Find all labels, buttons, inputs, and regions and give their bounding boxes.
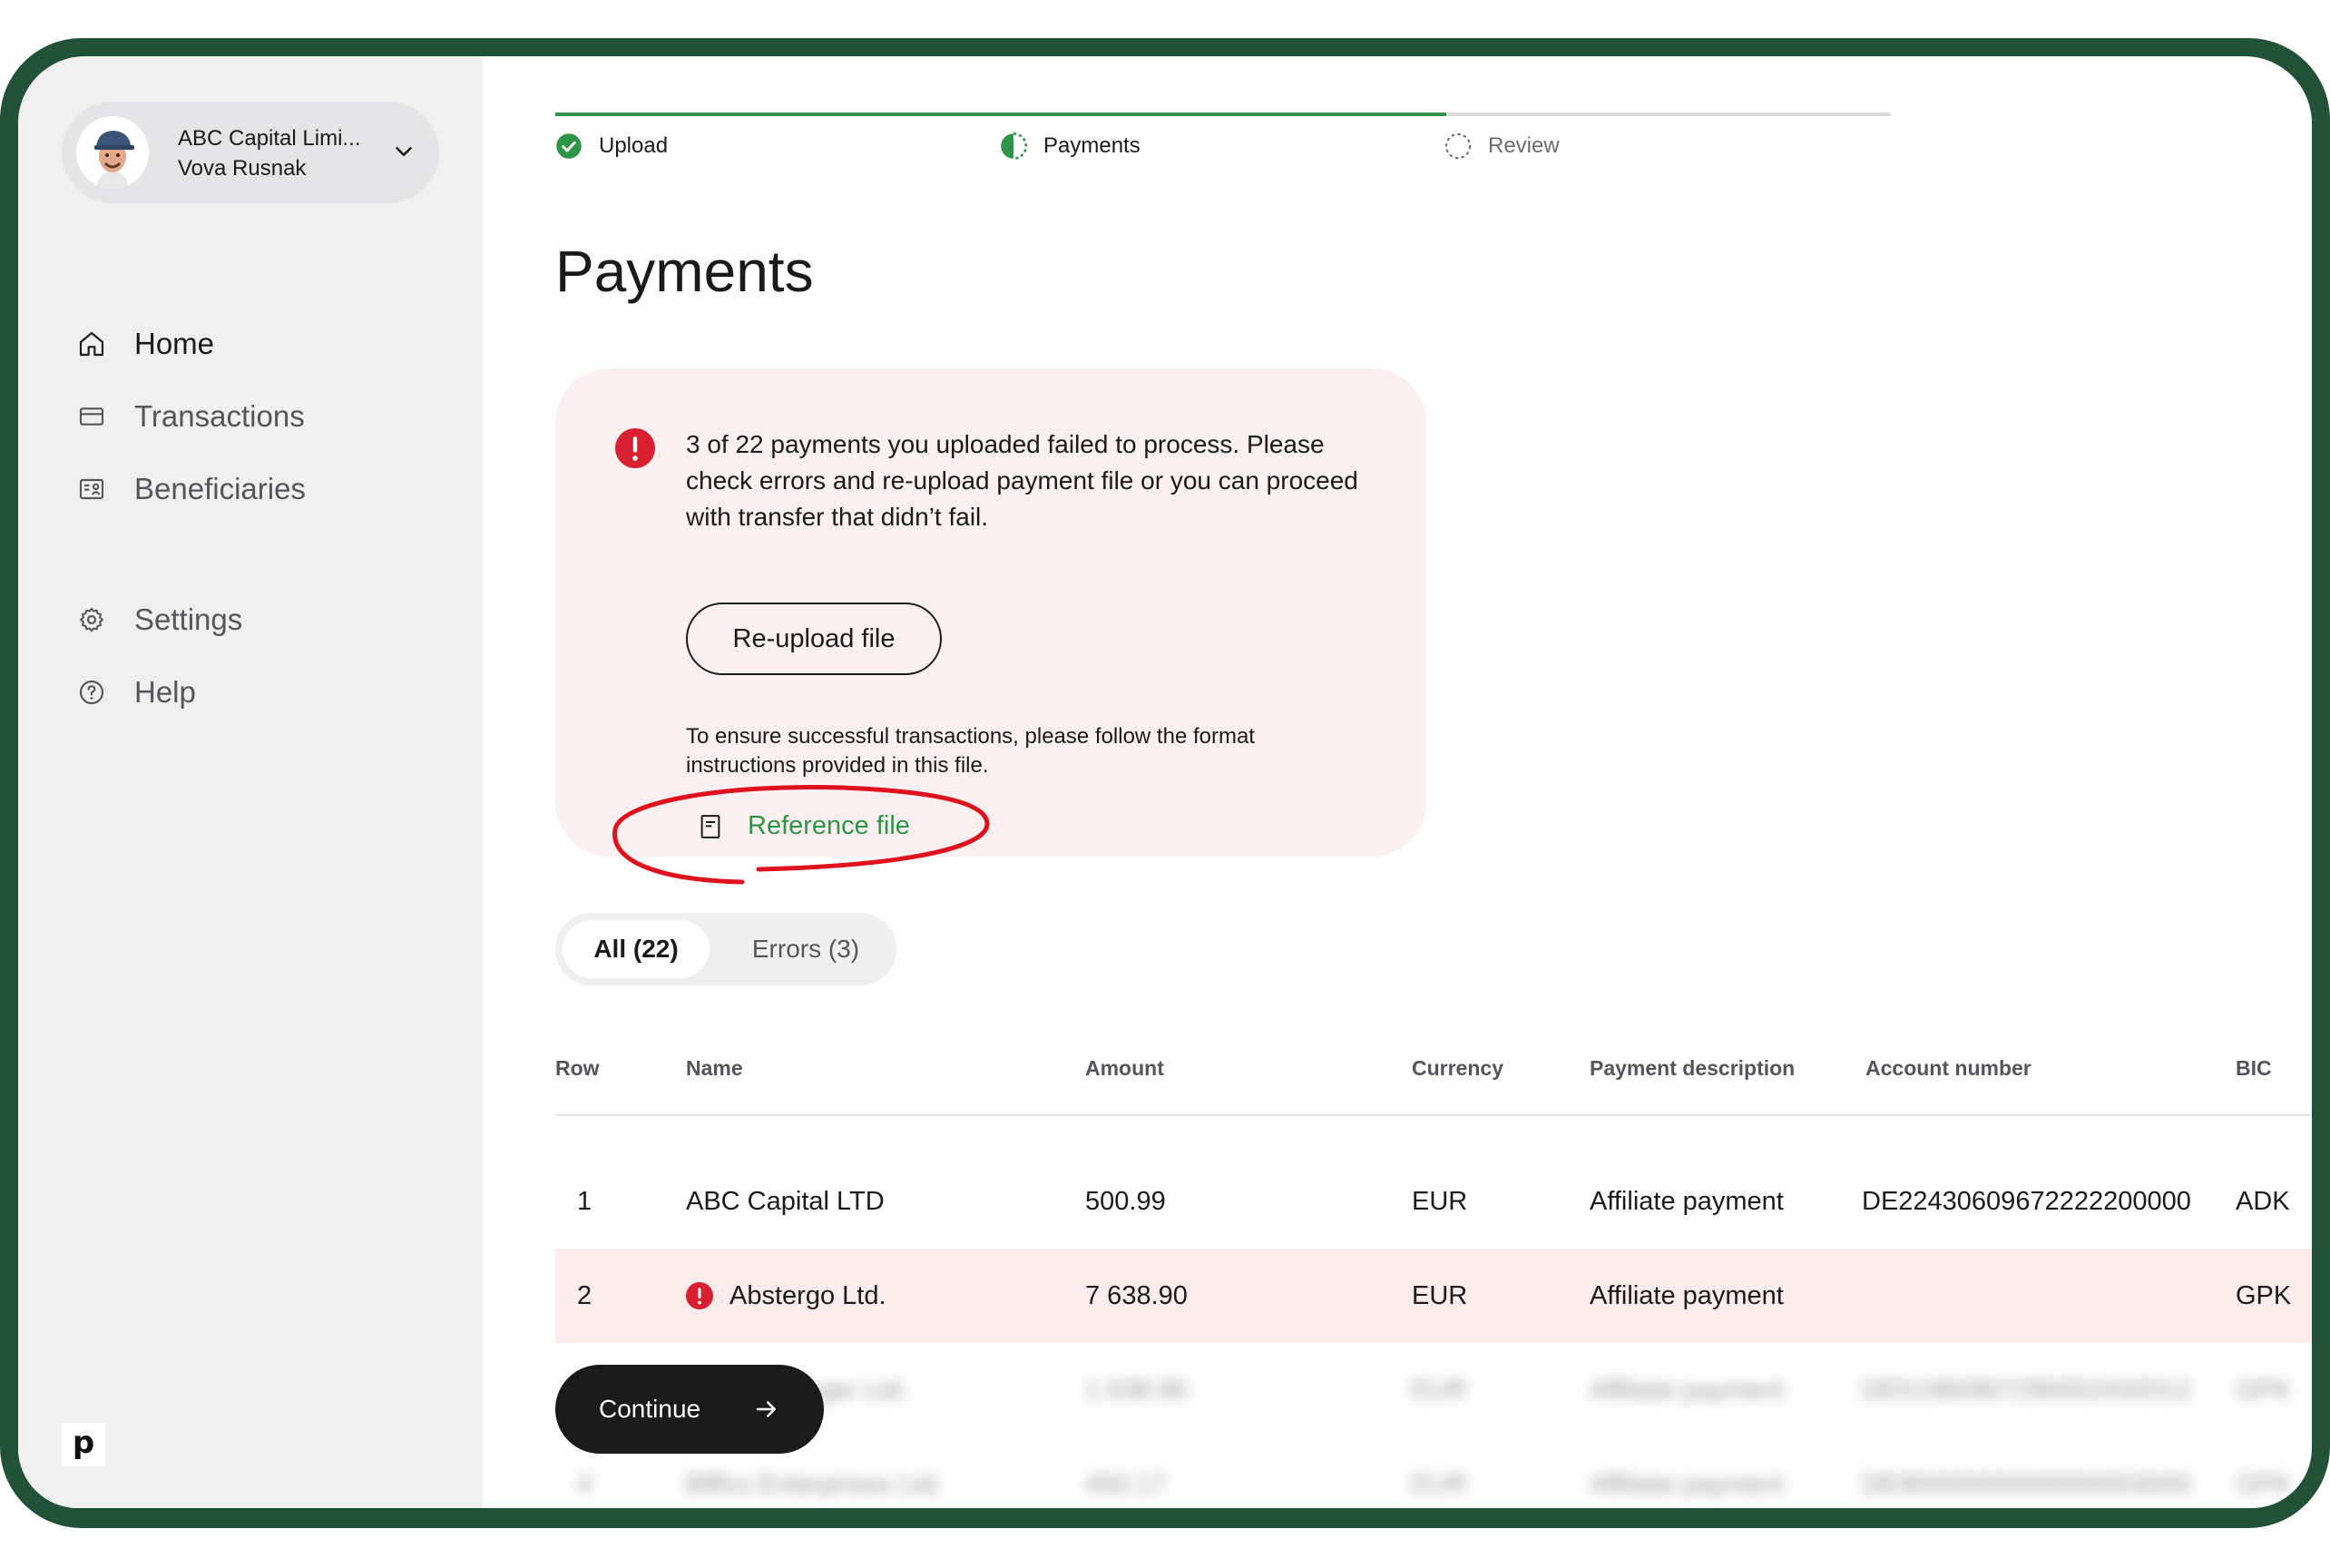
- reupload-file-button[interactable]: Re-upload file: [686, 603, 942, 675]
- cell-row: 1: [577, 1186, 592, 1216]
- cell-account: DE22430609672222200000: [1862, 1186, 2191, 1216]
- format-note: To ensure successful transactions, pleas…: [686, 724, 1255, 778]
- arrow-right-icon: [756, 1401, 776, 1417]
- main-content: Upload Payments Review Payments 3 of 22 …: [483, 56, 2312, 1508]
- step-label: Review: [1488, 133, 1560, 158]
- sidebar-item-label: Home: [134, 327, 215, 360]
- continue-button[interactable]: Continue: [555, 1365, 824, 1454]
- alert-message: 3 of 22 payments you uploaded failed to …: [686, 430, 1358, 531]
- cell-amount: 1 638.90: [1085, 1375, 1188, 1405]
- avatar: [76, 116, 149, 189]
- cell-amount: 7 638.90: [1085, 1280, 1188, 1310]
- cell-amount: 450.17: [1085, 1469, 1166, 1499]
- sidebar-item-home[interactable]: Home: [74, 321, 214, 367]
- column-header-currency[interactable]: Currency: [1412, 1056, 1503, 1081]
- reference-file-label[interactable]: Reference file: [748, 811, 910, 841]
- column-header-amount[interactable]: Amount: [1085, 1056, 1164, 1081]
- cell-description: Affiliate payment: [1590, 1375, 1784, 1405]
- step-payments: Payments: [1000, 132, 1141, 160]
- continue-label: Continue: [599, 1395, 701, 1423]
- tab-errors[interactable]: Errors (3): [722, 920, 889, 978]
- sidebar-item-label: Settings: [134, 603, 243, 636]
- cell-amount: 500.99: [1085, 1186, 1166, 1216]
- table-row[interactable]: 4 Biffco Enterprises Ltd. 450.17 EUR Aff…: [555, 1437, 2312, 1508]
- step-upload: Upload: [555, 132, 668, 160]
- cell-name: Abstergo Ltd.: [686, 1249, 886, 1343]
- sidebar-item-help[interactable]: Help: [74, 670, 196, 715]
- contact-card-icon: [74, 472, 109, 506]
- table-row[interactable]: 1 ABC Capital LTD 500.99 EUR Affiliate p…: [555, 1154, 2312, 1249]
- step-review: Review: [1444, 132, 1560, 160]
- cell-row: 2: [577, 1280, 592, 1310]
- dashed-circle-icon: [1444, 132, 1472, 160]
- account-info: ABC Capital Limi... Vova Rusnak: [178, 123, 360, 183]
- cell-currency: EUR: [1412, 1375, 1468, 1405]
- home-icon: [74, 327, 109, 361]
- cell-currency: EUR: [1412, 1280, 1468, 1310]
- document-icon: [700, 814, 720, 838]
- gear-icon: [74, 603, 109, 637]
- card-icon: [74, 399, 109, 434]
- page-title: Payments: [555, 239, 814, 304]
- app-screen: ABC Capital Limi... Vova Rusnak Home Tra…: [18, 56, 2312, 1508]
- cell-name-text: Abstergo Ltd.: [729, 1280, 886, 1310]
- filter-tabs: All (22) Errors (3): [555, 913, 896, 985]
- step-label: Payments: [1043, 133, 1141, 158]
- help-icon: [74, 675, 109, 710]
- cell-description: Affiliate payment: [1590, 1469, 1784, 1499]
- error-icon: [615, 428, 655, 468]
- sidebar-item-settings[interactable]: Settings: [74, 597, 242, 642]
- table-row-error[interactable]: 2 Abstergo Ltd. 7 638.90 EUR Affiliate p…: [555, 1249, 2312, 1343]
- tab-all[interactable]: All (22): [563, 920, 710, 978]
- column-header-bic[interactable]: BIC: [2236, 1056, 2272, 1081]
- chevron-down-icon[interactable]: [390, 138, 417, 165]
- cell-description: Affiliate payment: [1590, 1186, 1784, 1216]
- cell-bic: ADK: [2236, 1186, 2290, 1216]
- company-name: ABC Capital Limi...: [178, 126, 361, 151]
- sidebar-item-label: Help: [134, 675, 196, 709]
- account-switcher[interactable]: ABC Capital Limi... Vova Rusnak: [62, 102, 439, 203]
- cell-currency: EUR: [1412, 1469, 1468, 1499]
- sidebar-item-label: Beneficiaries: [134, 472, 306, 505]
- column-header-row[interactable]: Row: [555, 1056, 600, 1081]
- brand-logo: p: [62, 1423, 105, 1466]
- cell-bic: GPK: [2236, 1375, 2292, 1405]
- sidebar-item-label: Transactions: [134, 399, 305, 433]
- column-header-name[interactable]: Name: [686, 1056, 743, 1081]
- error-icon: [686, 1282, 713, 1309]
- cell-account: DE51960907290052432012: [1862, 1375, 2191, 1405]
- user-name: Vova Rusnak: [178, 156, 307, 181]
- stepper-progress: [555, 113, 1446, 116]
- step-label: Upload: [599, 133, 669, 158]
- error-alert: 3 of 22 payments you uploaded failed to …: [555, 368, 1426, 885]
- cell-account: DE90000000000000003000: [1862, 1469, 2191, 1499]
- cell-bic: GPK: [2236, 1469, 2292, 1499]
- column-header-description[interactable]: Payment description: [1590, 1056, 1795, 1081]
- sidebar-item-transactions[interactable]: Transactions: [74, 394, 305, 439]
- table-divider: [555, 1114, 2312, 1116]
- cell-bic: GPK: [2236, 1280, 2292, 1310]
- cell-currency: EUR: [1412, 1186, 1468, 1216]
- cell-description: Affiliate payment: [1590, 1280, 1784, 1310]
- cell-name: ABC Capital LTD: [686, 1186, 885, 1216]
- reference-file-link[interactable]: Reference file: [697, 811, 910, 841]
- sidebar-item-beneficiaries[interactable]: Beneficiaries: [74, 466, 306, 512]
- check-circle-icon: [556, 133, 582, 159]
- column-header-account[interactable]: Account number: [1865, 1056, 2031, 1081]
- half-circle-icon: [1001, 132, 1027, 160]
- sidebar: ABC Capital Limi... Vova Rusnak Home Tra…: [18, 56, 483, 1508]
